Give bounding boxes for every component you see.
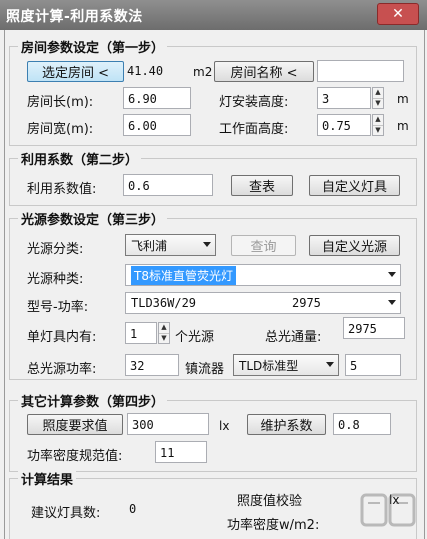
result-title: 计算结果 <box>18 469 77 488</box>
room-params-title: 房间参数设定（第一步） <box>18 37 168 56</box>
spin-down-icon[interactable]: ▼ <box>159 332 169 344</box>
lookup-table-button[interactable]: 查表 <box>231 175 293 196</box>
spin-up-icon[interactable]: ▲ <box>159 323 169 333</box>
spin-down-icon[interactable]: ▼ <box>373 124 383 136</box>
total-power-label: 总光源功率: <box>27 362 97 377</box>
model-flux-value: 2975 <box>292 296 321 310</box>
spin-up-icon[interactable]: ▲ <box>373 115 383 125</box>
total-flux-field[interactable]: 2975 <box>343 317 405 339</box>
lamp-height-stepper[interactable]: ▲ ▼ <box>372 87 384 109</box>
model-value: TLD36W/29 <box>131 296 197 310</box>
source-category-label: 光源分类: <box>27 242 84 257</box>
chevron-down-icon <box>203 242 211 247</box>
total-flux-label: 总光通量: <box>265 330 322 345</box>
light-source-title: 光源参数设定（第三步） <box>18 209 168 228</box>
coefficient-field[interactable]: 0.6 <box>123 174 213 196</box>
source-category-select[interactable]: 飞利浦 <box>125 234 216 256</box>
query-button[interactable]: 查询 <box>231 235 296 256</box>
source-type-select[interactable]: T8标准直管荧光灯 <box>125 264 401 286</box>
source-type-label: 光源种类: <box>27 272 84 287</box>
spin-up-icon[interactable]: ▲ <box>373 88 383 98</box>
ballast-value: TLD标准型 <box>239 358 299 373</box>
select-room-button[interactable]: 选定房间 < <box>27 61 124 82</box>
lamp-height-field[interactable]: 3 <box>317 87 371 109</box>
room-name-button[interactable]: 房间名称 < <box>214 61 314 82</box>
lamp-count-label: 建议灯具数: <box>31 506 101 521</box>
work-height-field[interactable]: 0.75 <box>317 114 371 136</box>
coefficient-label: 利用系数值: <box>27 182 97 197</box>
other-params-title: 其它计算参数（第四步） <box>18 391 168 410</box>
spin-down-icon[interactable]: ▼ <box>373 97 383 109</box>
close-icon: ✕ <box>392 6 404 22</box>
work-height-label: 工作面高度: <box>219 122 289 137</box>
room-area-value: 41.40 <box>127 64 164 78</box>
per-lamp-suffix: 个光源 <box>175 330 215 345</box>
work-height-stepper[interactable]: ▲ ▼ <box>372 114 384 136</box>
room-width-field[interactable]: 6.00 <box>123 114 191 136</box>
chevron-down-icon <box>326 362 334 367</box>
utilization-title: 利用系数（第二步） <box>18 149 142 168</box>
custom-lamp-button[interactable]: 自定义灯具 <box>309 175 400 196</box>
lamp-height-label: 灯安装高度: <box>219 95 289 110</box>
density-check-label: 功率密度w/m2: <box>227 518 320 533</box>
room-width-label: 房间宽(m): <box>27 122 94 137</box>
room-length-label: 房间长(m): <box>27 95 94 110</box>
window-title: 照度计算-利用系数法 <box>6 9 143 25</box>
illuminance-requirement-button[interactable]: 照度要求值 <box>27 414 123 435</box>
watermark-logo-icon <box>360 493 416 527</box>
illuminance-check-label: 照度值校验 <box>237 494 303 509</box>
chevron-down-icon <box>388 272 396 277</box>
ballast-label: 镇流器 <box>185 362 225 377</box>
close-button[interactable]: ✕ <box>377 3 419 25</box>
ballast-power-field[interactable]: 5 <box>345 354 401 376</box>
source-type-value: T8标准直管荧光灯 <box>131 265 236 285</box>
title-bar[interactable]: 照度计算-利用系数法 ✕ <box>0 0 427 30</box>
custom-source-button[interactable]: 自定义光源 <box>309 235 400 256</box>
density-spec-label: 功率密度规范值: <box>27 449 123 464</box>
density-spec-field[interactable]: 11 <box>155 441 207 463</box>
room-name-field[interactable] <box>317 60 404 82</box>
illuminance-requirement-field[interactable]: 300 <box>127 413 209 435</box>
chevron-down-icon <box>388 300 396 305</box>
lamp-count-value: 0 <box>129 502 137 516</box>
dialog-body: 房间参数设定（第一步） 选定房间 < 41.40 m2 房间名称 < 房间长(m… <box>4 30 425 539</box>
ballast-select[interactable]: TLD标准型 <box>233 354 339 376</box>
room-length-field[interactable]: 6.90 <box>123 87 191 109</box>
illuminance-unit: lx <box>219 419 230 433</box>
source-category-value: 飞利浦 <box>131 238 168 253</box>
app-window: 照度计算-利用系数法 ✕ 房间参数设定（第一步） 选定房间 < 41.40 m2… <box>0 0 427 539</box>
maintenance-factor-field[interactable]: 0.8 <box>333 413 391 435</box>
per-lamp-label: 单灯具内有: <box>27 330 97 345</box>
total-power-field[interactable]: 32 <box>125 354 179 376</box>
lamp-height-unit: m <box>397 92 409 106</box>
maintenance-factor-button[interactable]: 维护系数 <box>247 414 326 435</box>
per-lamp-stepper[interactable]: ▲ ▼ <box>158 322 170 344</box>
room-area-unit: m2 <box>193 65 213 79</box>
per-lamp-field[interactable]: 1 <box>125 322 157 344</box>
work-height-unit: m <box>397 119 409 133</box>
model-power-label: 型号-功率: <box>27 300 89 315</box>
model-power-select[interactable]: TLD36W/29 2975 <box>125 292 401 314</box>
